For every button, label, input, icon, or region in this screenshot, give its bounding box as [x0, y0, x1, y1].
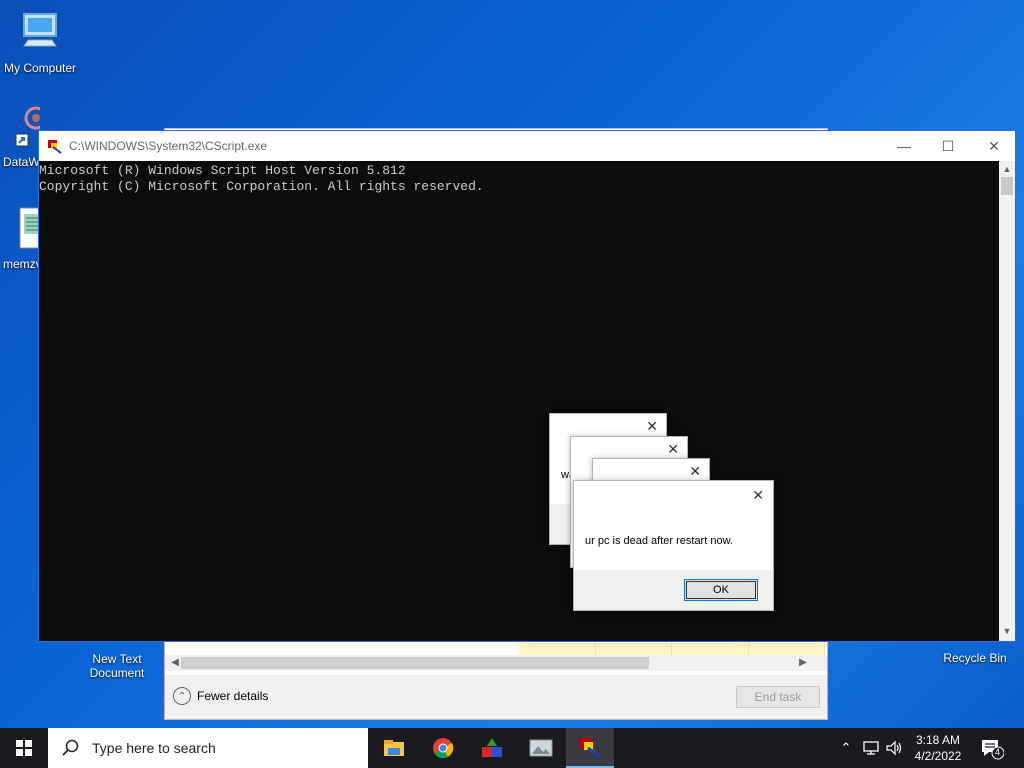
- close-icon[interactable]: ✕: [971, 131, 1017, 161]
- shapes-app-icon: [482, 738, 502, 757]
- maximize-icon[interactable]: ☐: [925, 131, 971, 161]
- taskbar-app-shapes[interactable]: [468, 728, 516, 768]
- image-viewer-icon: [529, 739, 553, 757]
- cscript-icon: [48, 140, 62, 154]
- scroll-thumb[interactable]: [181, 657, 649, 669]
- search-placeholder: Type here to search: [92, 740, 216, 756]
- close-icon[interactable]: ✕: [752, 487, 764, 504]
- chevron-up-icon: ⌃: [173, 687, 191, 705]
- taskbar-app-image-viewer[interactable]: [517, 728, 565, 768]
- desktop-icon-dataw[interactable]: DataW: [0, 104, 40, 169]
- search-icon: [62, 739, 79, 756]
- network-status-icon: [863, 741, 879, 755]
- tray-network[interactable]: [860, 728, 882, 768]
- console-line: Copyright (C) Microsoft Corporation. All…: [39, 179, 484, 194]
- chevron-up-icon: ⌃: [840, 740, 852, 755]
- script-file-icon: [19, 207, 40, 249]
- console-output: Microsoft (R) Windows Script Host Versio…: [39, 163, 999, 195]
- desktop-icon-label: My Computer: [3, 61, 77, 75]
- clock[interactable]: 3:18 AM 4/2/2022: [904, 732, 972, 764]
- taskbar-app-file-explorer[interactable]: [370, 728, 418, 768]
- tray-volume[interactable]: [884, 728, 904, 768]
- cscript-console-window: C:\WINDOWS\System32\CScript.exe — ☐ ✕ Mi…: [38, 130, 1016, 642]
- clock-date: 4/2/2022: [914, 749, 962, 763]
- message-footer: OK: [574, 570, 773, 610]
- desktop-icon-label: Recycle Bin: [943, 651, 1007, 665]
- close-icon[interactable]: ✕: [646, 418, 658, 435]
- vertical-scrollbar[interactable]: ▲ ▼: [999, 161, 1015, 641]
- desktop-icon-new-text-document[interactable]: New Text Document: [77, 652, 157, 680]
- cscript-icon: [580, 738, 600, 758]
- chrome-icon: [433, 738, 454, 759]
- network-icon: [15, 106, 40, 147]
- desktop-icon-label: DataW: [3, 155, 40, 169]
- minimize-icon[interactable]: —: [881, 131, 927, 161]
- fewer-details-button[interactable]: ⌃ Fewer details: [173, 687, 268, 705]
- windows-logo-icon: [16, 740, 32, 756]
- message-text: ur pc is dead after restart now.: [585, 535, 733, 547]
- console-title: C:\WINDOWS\System32\CScript.exe: [69, 139, 268, 153]
- tray-show-hidden[interactable]: ⌃: [838, 728, 854, 768]
- search-box[interactable]: Type here to search: [48, 728, 368, 768]
- notification-icon: [982, 740, 1005, 760]
- notification-count: 4: [995, 747, 1001, 757]
- taskbar: Type here to search ⌃ 3:18 AM 4/2/2022 4: [0, 728, 1024, 768]
- scroll-down-icon[interactable]: ▼: [999, 623, 1015, 639]
- horizontal-scrollbar[interactable]: ◀ ▶: [165, 655, 827, 671]
- clock-time: 3:18 AM: [915, 733, 961, 747]
- scroll-right-icon[interactable]: ▶: [795, 655, 811, 671]
- end-task-button[interactable]: End task: [736, 686, 820, 708]
- taskbar-app-cscript[interactable]: [566, 728, 614, 768]
- close-icon[interactable]: ✕: [689, 463, 701, 480]
- task-manager-footer: ⌃ Fewer details End task: [165, 675, 827, 719]
- start-button[interactable]: [0, 728, 48, 768]
- notification-center-button[interactable]: 4: [980, 738, 1005, 760]
- computer-icon: [23, 13, 57, 47]
- taskbar-app-chrome[interactable]: [419, 728, 467, 768]
- close-icon[interactable]: ✕: [667, 441, 679, 458]
- ok-button[interactable]: OK: [684, 579, 758, 601]
- desktop-icon-label: memzv: [3, 257, 40, 271]
- scroll-up-icon[interactable]: ▲: [999, 161, 1015, 177]
- fewer-details-label: Fewer details: [197, 689, 269, 703]
- desktop-icon-memzv[interactable]: memzv: [0, 206, 40, 271]
- desktop-icon-label: New Text Document: [89, 652, 145, 680]
- file-explorer-icon: [384, 740, 404, 756]
- speaker-icon: [886, 740, 902, 756]
- message-box-main: ✕ ur pc is dead after restart now. OK: [573, 480, 774, 611]
- console-line: Microsoft (R) Windows Script Host Versio…: [39, 163, 406, 178]
- scroll-thumb[interactable]: [1001, 177, 1013, 195]
- console-title-bar[interactable]: C:\WINDOWS\System32\CScript.exe — ☐ ✕: [39, 131, 1015, 161]
- desktop-icon-my-computer[interactable]: My Computer: [0, 10, 80, 75]
